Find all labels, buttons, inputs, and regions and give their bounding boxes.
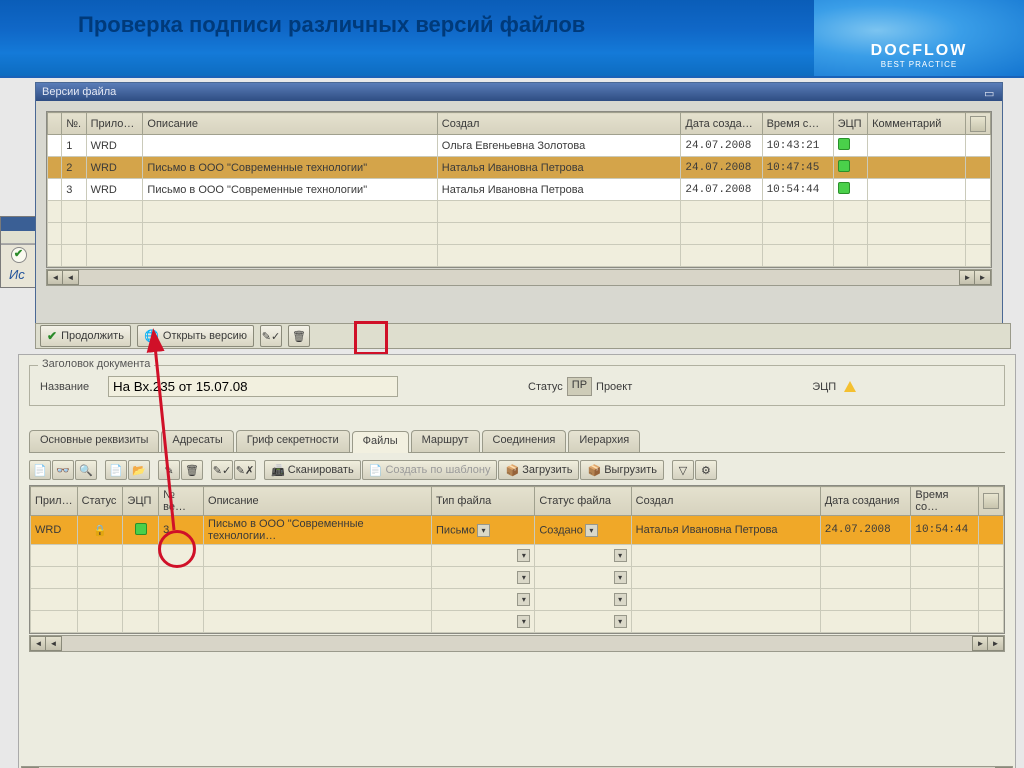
upload-icon: 📦 [505, 464, 519, 477]
new-icon[interactable]: 📄 [105, 460, 127, 480]
tab-secrecy[interactable]: Гриф секретности [236, 430, 350, 452]
scroll-right-icon[interactable]: ► [974, 270, 991, 285]
filter-icon[interactable]: ▽ [672, 460, 694, 480]
continue-button[interactable]: ✔Продолжить [40, 325, 131, 347]
create-template-button[interactable]: 📄 Создать по шаблону [362, 460, 498, 480]
globe-icon: 🌐 [144, 329, 159, 343]
name-input[interactable] [108, 376, 398, 397]
tab-main-props[interactable]: Основные реквизиты [29, 430, 159, 452]
dropdown-icon[interactable]: ▾ [614, 593, 627, 606]
unload-button[interactable]: 📦 Выгрузить [580, 460, 663, 480]
background-window-stub: ✔ Ис [0, 216, 37, 288]
name-label: Название [40, 381, 108, 393]
dropdown-icon[interactable]: ▾ [585, 524, 598, 537]
scan-button[interactable]: 📠 Сканировать [264, 460, 361, 480]
trash-icon[interactable]: 🗑 [181, 460, 203, 480]
doc-header-group: Заголовок документа Название Статус ПР П… [29, 365, 1005, 406]
sign2-icon[interactable]: ✎✗ [234, 460, 256, 480]
header-row: №. Прило… Описание Создал Дата созда… Вр… [48, 113, 991, 135]
settings-icon[interactable]: ⚙ [695, 460, 717, 480]
ecp-label: ЭЦП [812, 381, 836, 393]
status-label: Статус [528, 381, 563, 393]
template-icon: 📄 [369, 464, 383, 477]
ecp-indicator [838, 160, 850, 172]
status-code: ПР [567, 377, 592, 396]
dropdown-icon[interactable]: ▾ [477, 524, 490, 537]
popup-titlebar[interactable]: Версии файла ▭ [36, 83, 1002, 101]
popup-toolbar: ✔Продолжить 🌐Открыть версию ✎✓ 🗑 [35, 323, 1011, 349]
ecp-indicator [838, 138, 850, 150]
edit-icon[interactable]: ✎ [158, 460, 180, 480]
column-config-icon[interactable] [983, 493, 999, 509]
horizontal-scrollbar[interactable]: ◄ ◄ ► ► [46, 269, 992, 286]
sign-check-button[interactable]: ✎✓ [260, 325, 282, 347]
tab-connections[interactable]: Соединения [482, 430, 567, 452]
warning-icon [844, 381, 856, 392]
open-version-button[interactable]: 🌐Открыть версию [137, 325, 254, 347]
scroll-right-icon[interactable]: ► [987, 636, 1004, 651]
horizontal-scrollbar[interactable]: ◄ ◄ ► ► [29, 635, 1005, 652]
dropdown-icon[interactable]: ▾ [614, 615, 627, 628]
annotation-circle [158, 530, 196, 568]
versions-table[interactable]: №. Прило… Описание Создал Дата созда… Вр… [46, 111, 992, 268]
ecp-indicator [838, 182, 850, 194]
table-row [48, 201, 991, 223]
header-row: Прил… Статус ЭЦП № ве… Описание Тип файл… [31, 487, 1004, 516]
signature-icon: ✎✓ [262, 330, 280, 343]
check-icon: ✔ [47, 329, 57, 343]
dropdown-icon[interactable]: ▾ [517, 593, 530, 606]
table-row: ▾▾ [31, 567, 1004, 589]
dropdown-icon[interactable]: ▾ [517, 571, 530, 584]
dropdown-icon[interactable]: ▾ [517, 615, 530, 628]
table-row [48, 223, 991, 245]
scroll-left-icon[interactable]: ◄ [45, 636, 62, 651]
close-icon[interactable]: ▭ [984, 85, 998, 99]
status-text: Проект [596, 381, 632, 393]
dropdown-icon[interactable]: ▾ [614, 571, 627, 584]
table-row[interactable]: 3WRDПисьмо в ООО "Современные технологии… [48, 179, 991, 201]
file-versions-popup: Версии файла ▭ №. Прило… Описание Создал… [35, 82, 1003, 334]
dropdown-icon[interactable]: ▾ [517, 549, 530, 562]
table-row[interactable]: 2WRDПисьмо в ООО "Современные технологии… [48, 157, 991, 179]
tool-icon[interactable]: 🔍 [75, 460, 97, 480]
ecp-indicator [135, 523, 147, 535]
sign-icon[interactable]: ✎✓ [211, 460, 233, 480]
logo: DOCFLOW BEST PRACTICE [814, 0, 1024, 76]
scanner-icon: 📠 [271, 464, 285, 477]
tabstrip: Основные реквизиты Адресаты Гриф секретн… [29, 430, 1005, 453]
table-row: ▾▾ [31, 611, 1004, 633]
page-banner: Проверка подписи различных версий файлов… [0, 0, 1024, 78]
scroll-left-icon[interactable]: ◄ [62, 270, 79, 285]
delete-button[interactable]: 🗑 [288, 325, 310, 347]
check-icon[interactable]: ✔ [11, 247, 27, 263]
table-row [48, 245, 991, 267]
tool-icon[interactable]: 👓 [52, 460, 74, 480]
dropdown-icon[interactable]: ▾ [614, 549, 627, 562]
trash-icon: 🗑 [292, 330, 306, 343]
tab-route[interactable]: Маршрут [411, 430, 480, 452]
lock-icon: 🔒 [93, 525, 107, 537]
tab-hierarchy[interactable]: Иерархия [568, 430, 640, 452]
table-row[interactable]: 1WRDОльга Евгеньевна Золотова24.07.20081… [48, 135, 991, 157]
tab-recipients[interactable]: Адресаты [161, 430, 233, 452]
page-title: Проверка подписи различных версий файлов [78, 12, 585, 38]
open-icon[interactable]: 📂 [128, 460, 150, 480]
tool-icon[interactable]: 📄 [29, 460, 51, 480]
files-toolbar: 📄 👓 🔍 📄 📂 ✎ 🗑 ✎✓ ✎✗ 📠 Сканировать 📄 Созд… [29, 459, 1005, 481]
table-row: ▾▾ [31, 589, 1004, 611]
load-button[interactable]: 📦 Загрузить [498, 460, 579, 480]
tab-files[interactable]: Файлы [352, 431, 409, 453]
annotation-highlight [354, 321, 388, 355]
download-icon: 📦 [587, 464, 601, 477]
column-config-icon[interactable] [970, 116, 986, 132]
